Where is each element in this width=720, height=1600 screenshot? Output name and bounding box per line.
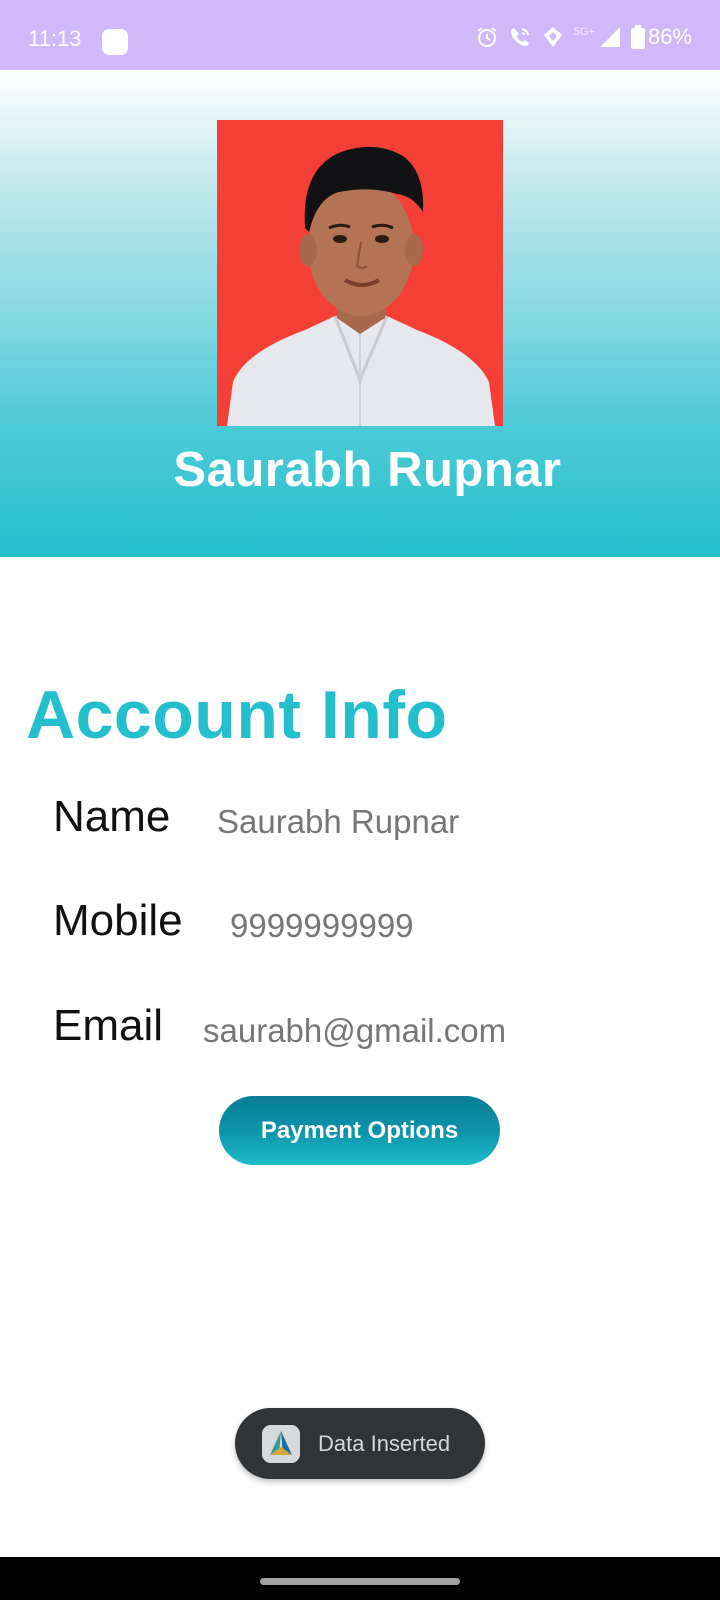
profile-name: Saurabh Rupnar [173,443,562,497]
status-bar: 11:13 5G+ 86% [0,0,720,70]
profile-photo [217,120,503,426]
home-gesture-handle[interactable] [260,1578,460,1585]
app-logo-icon [262,1424,300,1463]
signal-icon [599,27,620,47]
email-value: saurabh@gmail.com [203,1012,507,1049]
network-type-label: 5G+ [573,26,595,38]
profile-photo-portrait [217,120,503,426]
wifi-calling-icon [510,28,529,46]
account-info-title: Account Info [26,677,448,753]
name-label: Name [53,792,171,841]
status-icons: 5G+ 86% [475,24,692,50]
mobile-value: 9999999999 [230,907,414,944]
battery-percentage: 86% [647,24,692,49]
notification-app-icon [102,29,128,55]
email-label: Email [53,1001,164,1050]
toast-message: Data Inserted [318,1430,451,1456]
battery-icon [630,25,645,49]
navigation-bar [0,1557,720,1600]
mobile-label: Mobile [53,896,183,945]
status-time: 11:13 [28,26,82,51]
name-value: Saurabh Rupnar [217,803,460,840]
profile-header: Saurabh Rupnar [0,70,720,557]
toast-notification: Data Inserted [235,1408,485,1479]
alarm-icon [477,27,497,47]
data-saver-icon [543,27,562,47]
payment-options-button[interactable]: Payment Options [219,1096,500,1165]
